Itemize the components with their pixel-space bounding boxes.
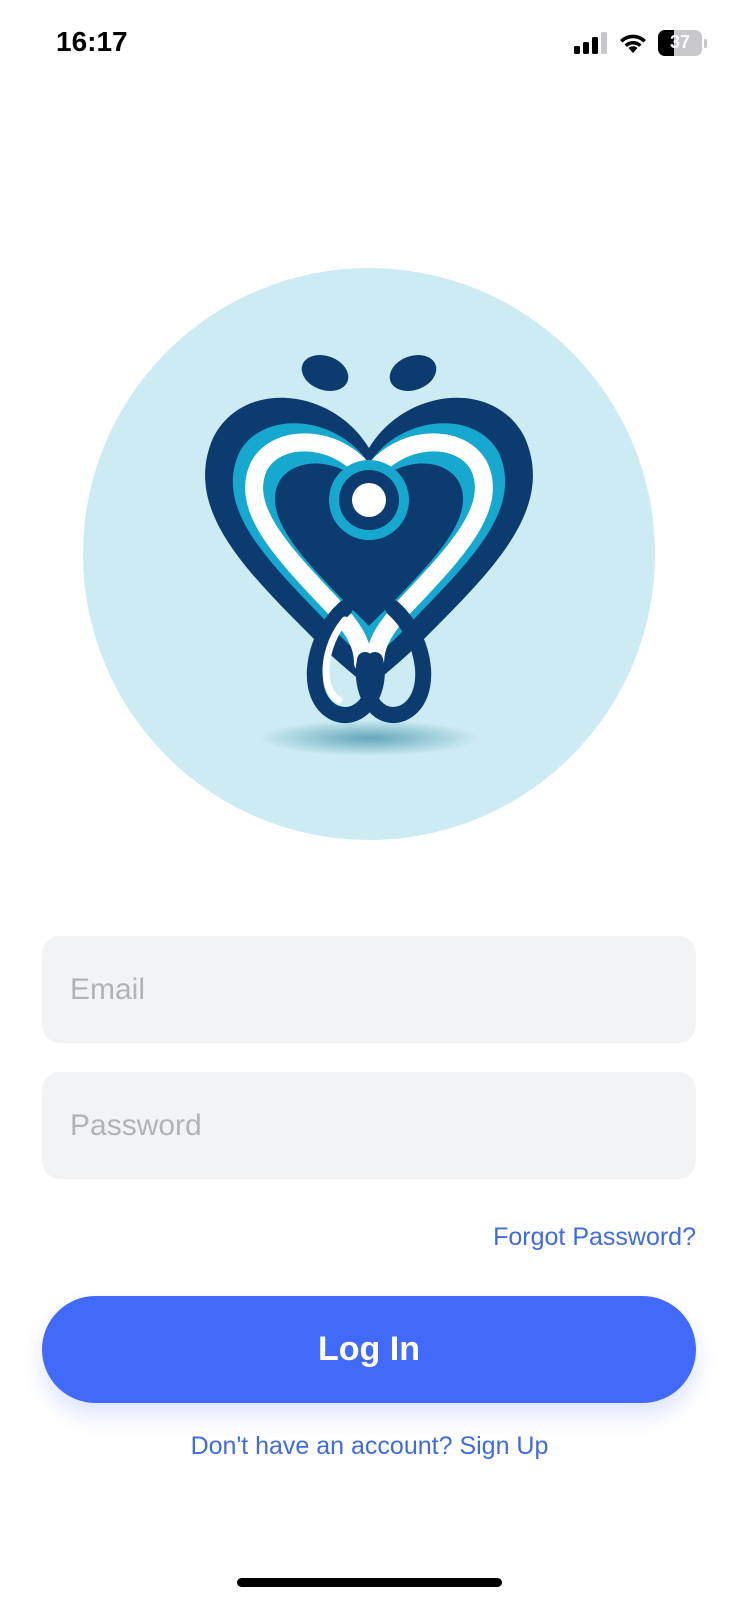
email-field[interactable] [42,936,696,1043]
status-time: 16:17 [56,26,128,57]
signup-link[interactable]: Don't have an account? Sign Up [0,1432,739,1461]
heart-stethoscope-logo [205,355,533,756]
password-field[interactable] [42,1072,696,1179]
home-indicator[interactable] [237,1578,502,1587]
signal-icon [574,32,607,54]
battery-icon: 37 [658,30,702,56]
app-logo [83,268,655,840]
forgot-password-link[interactable]: Forgot Password? [493,1223,696,1252]
status-icons: 37 [574,30,707,56]
wifi-icon [620,34,646,53]
battery-percent: 37 [669,32,691,52]
email-input[interactable] [70,972,696,1007]
login-button[interactable]: Log In [42,1296,696,1403]
login-screen: 16:17 37 Email Forgot Password? Log In D… [0,0,739,1600]
battery-cap [704,38,707,48]
password-input[interactable] [70,1108,696,1143]
